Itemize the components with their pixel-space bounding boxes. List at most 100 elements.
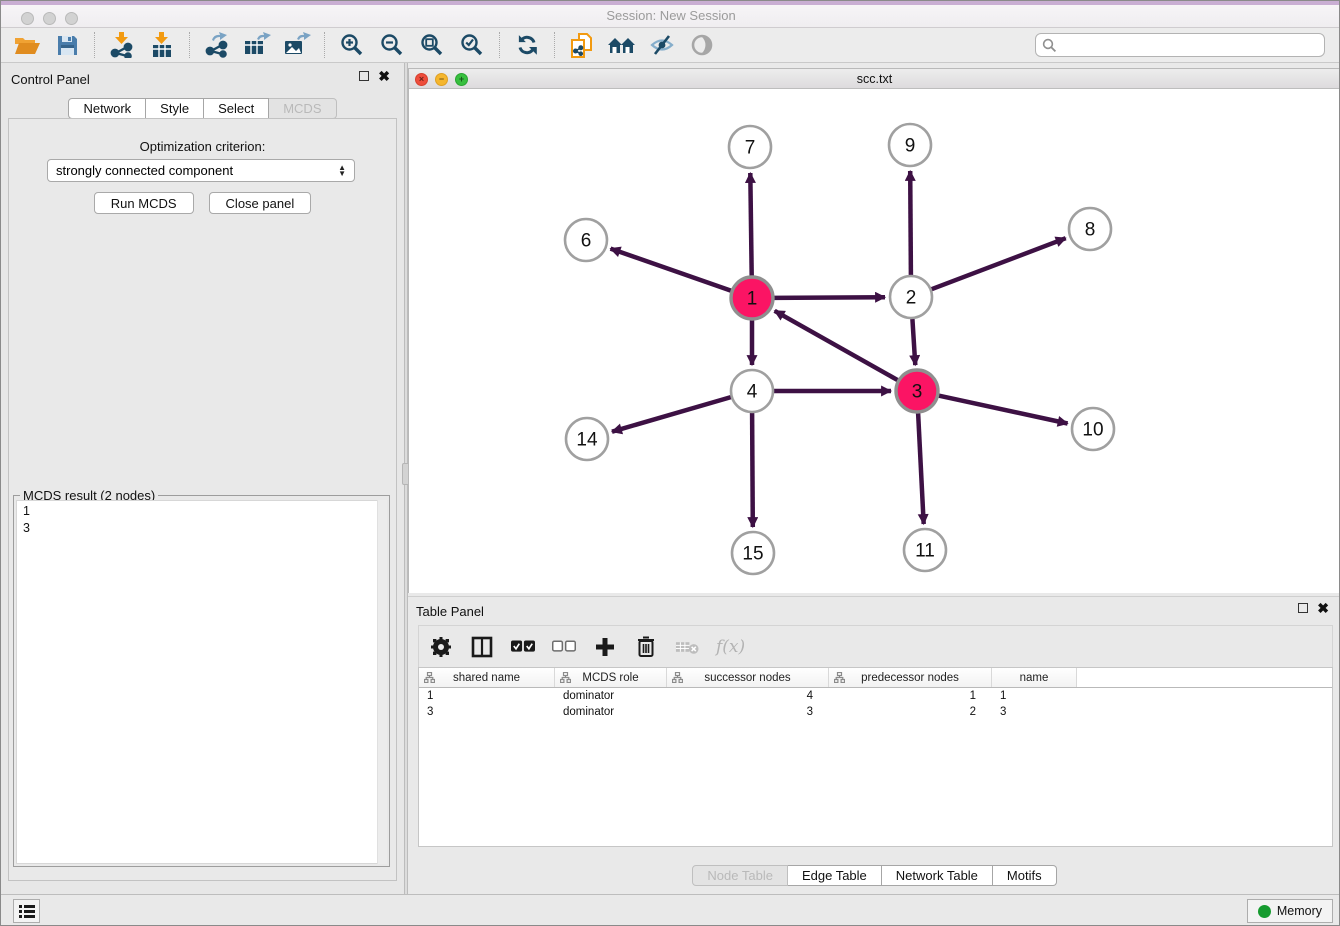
node-1[interactable]: 1 — [731, 277, 773, 319]
column-label: name — [1020, 672, 1049, 684]
tab-node-table[interactable]: Node Table — [692, 865, 788, 886]
import-network-icon[interactable] — [102, 30, 142, 60]
zoom-fit-icon[interactable] — [412, 30, 452, 60]
column-header-predecessor-nodes[interactable]: predecessor nodes — [829, 668, 992, 687]
network-window-titlebar[interactable]: × − + scc.txt — [409, 69, 1340, 89]
criterion-select[interactable]: strongly connected component ▲▼ — [47, 159, 355, 182]
node-table: shared name MCDS rolesuccessor nodesprede… — [418, 667, 1333, 847]
cell-name[interactable]: 3 — [992, 704, 1077, 720]
copy-style-icon[interactable] — [562, 30, 602, 60]
zoom-out-icon[interactable] — [372, 30, 412, 60]
float-table-panel-icon[interactable] — [1298, 603, 1308, 613]
delete-column-icon[interactable] — [634, 635, 658, 659]
control-panel: Control Panel ✖ NetworkStyleSelectMCDS O… — [1, 63, 404, 894]
close-panel-button[interactable]: Close panel — [209, 192, 312, 214]
edge-1-6[interactable] — [611, 249, 732, 291]
tab-motifs[interactable]: Motifs — [993, 865, 1057, 886]
table-panel: Table Panel ✖ — [408, 596, 1340, 894]
node-7[interactable]: 7 — [729, 126, 771, 168]
cell-predecessor-nodes[interactable]: 2 — [829, 704, 992, 720]
node-9[interactable]: 9 — [889, 124, 931, 166]
cell-predecessor-nodes[interactable]: 1 — [829, 688, 992, 704]
node-15[interactable]: 15 — [732, 532, 774, 574]
edge-3-1[interactable] — [775, 311, 898, 380]
edge-1-7[interactable] — [750, 173, 751, 276]
save-session-icon[interactable] — [47, 30, 87, 60]
network-canvas-svg[interactable]: 7 9 6 8 1 2 4 3 14 10 15 11 — [409, 89, 1340, 593]
node-6[interactable]: 6 — [565, 219, 607, 261]
search-input[interactable] — [1057, 37, 1318, 53]
mcds-result-scrollbar[interactable] — [377, 500, 387, 864]
add-column-icon[interactable] — [593, 635, 617, 659]
cell-shared-name[interactable]: 1 — [419, 688, 555, 704]
import-table-icon[interactable] — [142, 30, 182, 60]
column-header-shared-name[interactable]: shared name — [419, 668, 555, 687]
cell-successor-nodes[interactable]: 3 — [667, 704, 829, 720]
settings-gear-icon[interactable] — [429, 635, 453, 659]
cell-mcds-role[interactable]: dominator — [555, 704, 667, 720]
zoom-selected-icon[interactable] — [452, 30, 492, 60]
network-view-window: × − + scc.txt 7 9 6 8 1 2 4 3 14 10 15 11 — [408, 68, 1340, 593]
node-14[interactable]: 14 — [566, 418, 608, 460]
show-graphics-icon[interactable] — [682, 30, 722, 60]
node-11[interactable]: 11 — [904, 529, 946, 571]
refresh-view-icon[interactable] — [507, 30, 547, 60]
edge-1-2[interactable] — [774, 297, 885, 298]
node-4[interactable]: 4 — [731, 370, 773, 412]
edge-2-8[interactable] — [932, 238, 1066, 289]
control-panel-header: Control Panel ✖ — [1, 63, 404, 95]
column-header-name[interactable]: name — [992, 668, 1077, 687]
node-3[interactable]: 3 — [896, 370, 938, 412]
node-2[interactable]: 2 — [890, 276, 932, 318]
run-mcds-button[interactable]: Run MCDS — [94, 192, 194, 214]
table-tabs: Node TableEdge TableNetwork TableMotifs — [408, 865, 1340, 886]
edge-3-10[interactable] — [939, 396, 1068, 424]
export-network-icon[interactable] — [197, 30, 237, 60]
node-table-header: shared name MCDS rolesuccessor nodesprede… — [419, 668, 1332, 688]
search-field[interactable] — [1035, 33, 1325, 57]
cell-name[interactable]: 1 — [992, 688, 1077, 704]
toolbar-separator — [189, 32, 190, 58]
edge-4-14[interactable] — [612, 397, 731, 432]
close-panel-icon[interactable]: ✖ — [378, 71, 390, 81]
node-8[interactable]: 8 — [1069, 208, 1111, 250]
cell-successor-nodes[interactable]: 4 — [667, 688, 829, 704]
tab-select[interactable]: Select — [204, 98, 269, 119]
svg-text:6: 6 — [581, 231, 592, 252]
column-label: shared name — [453, 672, 520, 684]
tab-network-table[interactable]: Network Table — [882, 865, 993, 886]
deselect-all-checkboxes-icon[interactable] — [552, 635, 576, 659]
float-panel-icon[interactable] — [359, 71, 369, 81]
close-table-panel-icon[interactable]: ✖ — [1317, 603, 1329, 613]
column-header-successor-nodes[interactable]: successor nodes — [667, 668, 829, 687]
apply-function-icon: f(x) — [716, 637, 745, 657]
status-bar: Memory — [1, 894, 1340, 926]
cell-mcds-role[interactable]: dominator — [555, 688, 667, 704]
hide-details-icon[interactable] — [642, 30, 682, 60]
table-toolbar: f(x) — [418, 625, 1333, 667]
mcds-result-list[interactable]: 1 3 — [16, 500, 387, 864]
export-table-icon[interactable] — [237, 30, 277, 60]
open-session-icon[interactable] — [7, 30, 47, 60]
edge-2-3[interactable] — [912, 319, 915, 365]
columns-icon[interactable] — [470, 635, 494, 659]
edge-3-11[interactable] — [918, 413, 924, 524]
task-history-button[interactable] — [13, 899, 40, 923]
export-image-icon[interactable] — [277, 30, 317, 60]
select-all-checkboxes-icon[interactable] — [511, 635, 535, 659]
tab-edge-table[interactable]: Edge Table — [788, 865, 882, 886]
memory-button[interactable]: Memory — [1247, 899, 1333, 923]
node-10[interactable]: 10 — [1072, 408, 1114, 450]
tab-style[interactable]: Style — [146, 98, 204, 119]
edge-2-9[interactable] — [910, 171, 911, 275]
tab-mcds[interactable]: MCDS — [269, 98, 336, 119]
svg-text:1: 1 — [747, 289, 758, 310]
home-layout-icon[interactable] — [602, 30, 642, 60]
tab-network[interactable]: Network — [68, 98, 146, 119]
table-row-1[interactable]: 3dominator323 — [419, 704, 1332, 720]
edge-4-15[interactable] — [752, 413, 753, 527]
zoom-in-icon[interactable] — [332, 30, 372, 60]
cell-shared-name[interactable]: 3 — [419, 704, 555, 720]
table-row-0[interactable]: 1dominator411 — [419, 688, 1332, 704]
column-header-mcds-role[interactable]: MCDS role — [555, 668, 667, 687]
